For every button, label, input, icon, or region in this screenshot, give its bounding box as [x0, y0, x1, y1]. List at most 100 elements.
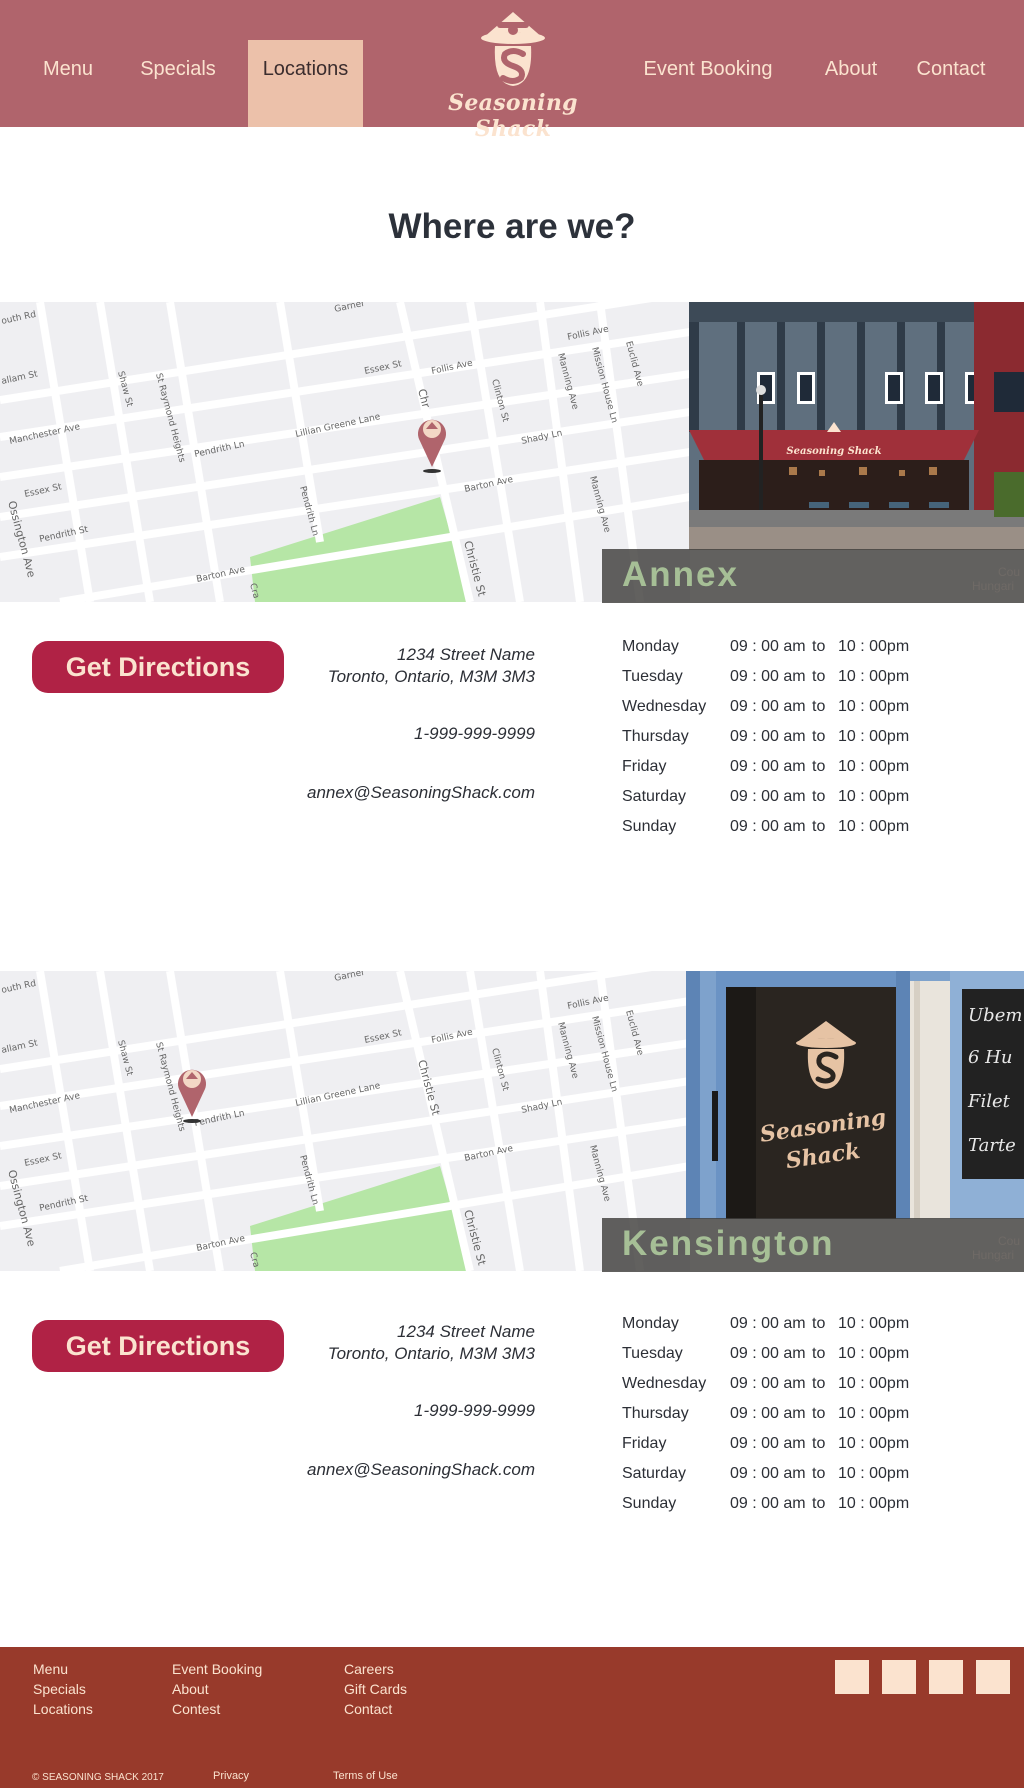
hours-row: Thursday 09 : 00 am to 10 : 00pm: [622, 728, 922, 758]
hours-close: 10 : 00pm: [838, 1435, 910, 1452]
location-name-band: Kensington Cou Hungari: [602, 1218, 1024, 1272]
hours-open: 09 : 00 am: [730, 668, 806, 685]
site-footer: Menu Specials Locations Event Booking Ab…: [0, 1647, 1024, 1788]
copyright: © SEASONING SHACK 2017: [32, 1772, 164, 1783]
social-icon[interactable]: [976, 1660, 1010, 1694]
hours-open: 09 : 00 am: [730, 638, 806, 655]
phone-number[interactable]: 1-999-999-9999: [300, 723, 535, 745]
map-annex[interactable]: outh Rd allam St Manchester Ave Essex St…: [0, 302, 690, 602]
awning-sign-text: Seasoning Shack: [786, 446, 881, 457]
social-icon[interactable]: [835, 1660, 869, 1694]
nav-specials[interactable]: Specials: [128, 40, 228, 127]
hours-row: Sunday 09 : 00 am to 10 : 00pm: [622, 1495, 922, 1525]
nav-event-booking[interactable]: Event Booking: [630, 40, 786, 127]
hours-close: 10 : 00pm: [838, 668, 910, 685]
social-icon[interactable]: [929, 1660, 963, 1694]
hours-open: 09 : 00 am: [730, 698, 806, 715]
hours-row: Saturday 09 : 00 am to 10 : 00pm: [622, 1465, 922, 1495]
chalkboard-line: Ubem: [968, 1005, 1022, 1026]
footer-link-contest[interactable]: Contest: [172, 1699, 262, 1719]
hours-open: 09 : 00 am: [730, 1405, 806, 1422]
hours-open: 09 : 00 am: [730, 758, 806, 775]
hours-day: Wednesday: [622, 698, 707, 715]
hours-close: 10 : 00pm: [838, 1465, 910, 1482]
hours-day: Monday: [622, 638, 679, 655]
chef-hat-logo-icon: [481, 12, 545, 86]
email-link[interactable]: annex@SeasoningShack.com: [300, 782, 535, 804]
footer-link-menu[interactable]: Menu: [33, 1659, 93, 1679]
footer-column-1: Menu Specials Locations: [33, 1659, 93, 1719]
hours-row: Friday 09 : 00 am to 10 : 00pm: [622, 1435, 922, 1465]
site-logo[interactable]: Seasoning Shack: [418, 8, 608, 142]
footer-link-about[interactable]: About: [172, 1679, 262, 1699]
hours-row: Sunday 09 : 00 am to 10 : 00pm: [622, 818, 922, 848]
hours-to: to: [812, 758, 826, 775]
hours-open: 09 : 00 am: [730, 818, 806, 835]
nav-contact[interactable]: Contact: [908, 40, 994, 127]
site-header: Menu Specials Locations Seasoning Shack …: [0, 0, 1024, 142]
hours-day: Thursday: [622, 728, 689, 745]
hours-to: to: [812, 668, 826, 685]
chalkboard-line: 6 Hu: [968, 1047, 1012, 1068]
address-line1: 1234 Street Name: [397, 645, 535, 664]
footer-column-3: Careers Gift Cards Contact: [344, 1659, 407, 1719]
location-name: Annex: [622, 555, 739, 594]
hours-row: Friday 09 : 00 am to 10 : 00pm: [622, 758, 922, 788]
hours-to: to: [812, 638, 826, 655]
hours-close: 10 : 00pm: [838, 638, 910, 655]
footer-link-specials[interactable]: Specials: [33, 1679, 93, 1699]
annex-storefront-photo: Seasoning Shack: [689, 302, 1024, 550]
hours-day: Tuesday: [622, 1345, 683, 1362]
nav-locations[interactable]: Locations: [248, 40, 363, 127]
hours-to: to: [812, 1345, 826, 1362]
hours-day: Monday: [622, 1315, 679, 1332]
footer-link-contact[interactable]: Contact: [344, 1699, 407, 1719]
phone-number[interactable]: 1-999-999-9999: [300, 1400, 535, 1422]
hours-day: Saturday: [622, 788, 687, 805]
hours-open: 09 : 00 am: [730, 1495, 806, 1512]
footer-link-locations[interactable]: Locations: [33, 1699, 93, 1719]
hours-day: Friday: [622, 1435, 667, 1452]
email-link[interactable]: annex@SeasoningShack.com: [300, 1459, 535, 1481]
hours-row: Wednesday 09 : 00 am to 10 : 00pm: [622, 698, 922, 728]
map-overlay-label: Cou: [998, 1234, 1021, 1248]
nav-about[interactable]: About: [815, 40, 887, 127]
opening-hours: Monday 09 : 00 am to 10 : 00pm Tuesday 09 : …: [622, 1315, 922, 1525]
hours-day: Wednesday: [622, 1375, 707, 1392]
hours-open: 09 : 00 am: [730, 1345, 806, 1362]
location-name: Kensington: [622, 1224, 835, 1263]
location-kensington: outh Rd allam St Manchester Ave Essex St…: [0, 971, 1024, 1531]
hours-day: Sunday: [622, 818, 677, 835]
hours-to: to: [812, 1405, 826, 1422]
hours-row: Tuesday 09 : 00 am to 10 : 00pm: [622, 668, 922, 698]
terms-link[interactable]: Terms of Use: [333, 1770, 398, 1782]
footer-column-2: Event Booking About Contest: [172, 1659, 262, 1719]
kensington-storefront-photo: Ubem 6 Hu Filet Tarte Seasoning Shack: [686, 971, 1024, 1219]
address-block: 1234 Street Name Toronto, Ontario, M3M 3…: [300, 1321, 535, 1365]
address-block: 1234 Street Name Toronto, Ontario, M3M 3…: [300, 644, 535, 688]
location-name-band: Annex Cou Hungari: [602, 549, 1024, 603]
hours-open: 09 : 00 am: [730, 1315, 806, 1332]
hours-to: to: [812, 1375, 826, 1392]
privacy-link[interactable]: Privacy: [213, 1770, 249, 1782]
hours-open: 09 : 00 am: [730, 1465, 806, 1482]
map-kensington[interactable]: outh Rd allam St Manchester Ave Essex St…: [0, 971, 690, 1271]
get-directions-button[interactable]: Get Directions: [32, 1320, 284, 1372]
hours-close: 10 : 00pm: [838, 1345, 910, 1362]
hours-close: 10 : 00pm: [838, 1495, 910, 1512]
footer-link-event-booking[interactable]: Event Booking: [172, 1659, 262, 1679]
footer-link-gift-cards[interactable]: Gift Cards: [344, 1679, 407, 1699]
footer-link-careers[interactable]: Careers: [344, 1659, 407, 1679]
hours-row: Wednesday 09 : 00 am to 10 : 00pm: [622, 1375, 922, 1405]
get-directions-button[interactable]: Get Directions: [32, 641, 284, 693]
nav-menu[interactable]: Menu: [28, 40, 108, 127]
hours-row: Saturday 09 : 00 am to 10 : 00pm: [622, 788, 922, 818]
hours-row: Monday 09 : 00 am to 10 : 00pm: [622, 1315, 922, 1345]
street-map: outh Rd allam St Manchester Ave Essex St…: [0, 302, 690, 602]
page-title: Where are we?: [388, 207, 636, 246]
hours-to: to: [812, 818, 826, 835]
hours-close: 10 : 00pm: [838, 818, 910, 835]
social-icon[interactable]: [882, 1660, 916, 1694]
hours-row: Monday 09 : 00 am to 10 : 00pm: [622, 638, 922, 668]
map-overlay-label: Hungari: [972, 579, 1015, 593]
